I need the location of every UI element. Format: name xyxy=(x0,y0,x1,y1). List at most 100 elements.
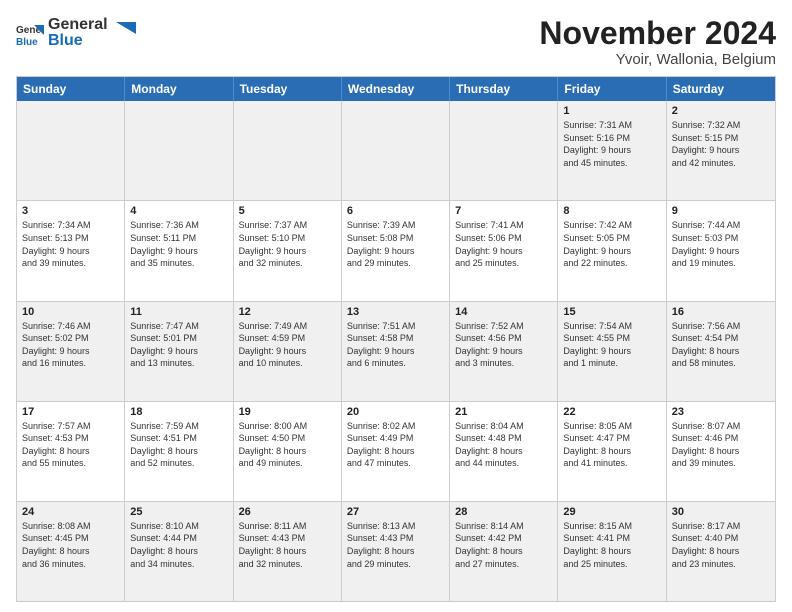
calendar-cell: 26Sunrise: 8:11 AMSunset: 4:43 PMDayligh… xyxy=(234,502,342,601)
day-number: 20 xyxy=(347,406,444,418)
day-info: Sunrise: 7:31 AMSunset: 5:16 PMDaylight:… xyxy=(563,119,660,169)
calendar-cell: 30Sunrise: 8:17 AMSunset: 4:40 PMDayligh… xyxy=(667,502,775,601)
calendar-cell: 6 Sunrise: 7:39 AMSunset: 5:08 PMDaylight… xyxy=(342,201,450,300)
calendar-header-cell: Thursday xyxy=(450,77,558,101)
day-number: 18 xyxy=(130,406,227,418)
calendar-row: 24 Sunrise: 8:08 AMSunset: 4:45 PMDayligh… xyxy=(17,502,775,601)
calendar-header-cell: Monday xyxy=(125,77,233,101)
calendar-cell: 7 Sunrise: 7:41 AMSunset: 5:06 PMDaylight… xyxy=(450,201,558,300)
calendar-cell: 14 Sunrise: 7:52 AMSunset: 4:56 PMDayligh… xyxy=(450,302,558,401)
day-number: 17 xyxy=(22,406,119,418)
calendar-header-cell: Friday xyxy=(558,77,666,101)
calendar-cell: 28 Sunrise: 8:14 AMSunset: 4:42 PMDayligh… xyxy=(450,502,558,601)
day-number: 27 xyxy=(347,506,444,518)
day-number: 11 xyxy=(130,306,227,318)
calendar-cell: 21Sunrise: 8:04 AMSunset: 4:48 PMDayligh… xyxy=(450,402,558,501)
day-number: 4 xyxy=(130,205,227,217)
day-info: Sunrise: 7:47 AMSunset: 5:01 PMDaylight:… xyxy=(130,320,227,370)
logo-arrow-icon xyxy=(114,18,136,40)
calendar-cell: 20Sunrise: 8:02 AMSunset: 4:49 PMDayligh… xyxy=(342,402,450,501)
calendar-cell: 29 Sunrise: 8:15 AMSunset: 4:41 PMDayligh… xyxy=(558,502,666,601)
calendar-cell: 1 Sunrise: 7:31 AMSunset: 5:16 PMDaylight… xyxy=(558,101,666,200)
day-info: Sunrise: 8:05 AMSunset: 4:47 PMDaylight:… xyxy=(563,420,660,470)
calendar-header-cell: Sunday xyxy=(17,77,125,101)
day-number: 23 xyxy=(672,406,770,418)
day-number: 3 xyxy=(22,205,119,217)
day-number: 8 xyxy=(563,205,660,217)
day-number: 2 xyxy=(672,105,770,117)
day-number: 28 xyxy=(455,506,552,518)
day-info: Sunrise: 7:54 AMSunset: 4:55 PMDaylight:… xyxy=(563,320,660,370)
day-info: Sunrise: 8:13 AMSunset: 4:43 PMDaylight:… xyxy=(347,520,444,570)
header: General Blue General Blue November 2024 … xyxy=(16,16,776,68)
day-info: Sunrise: 7:34 AMSunset: 5:13 PMDaylight:… xyxy=(22,219,119,269)
day-info: Sunrise: 7:59 AMSunset: 4:51 PMDaylight:… xyxy=(130,420,227,470)
day-info: Sunrise: 7:51 AMSunset: 4:58 PMDaylight:… xyxy=(347,320,444,370)
logo: General Blue General Blue xyxy=(16,16,136,49)
calendar-cell: 25 Sunrise: 8:10 AMSunset: 4:44 PMDayligh… xyxy=(125,502,233,601)
day-info: Sunrise: 8:10 AMSunset: 4:44 PMDaylight:… xyxy=(130,520,227,570)
calendar-row: 17Sunrise: 7:57 AMSunset: 4:53 PMDayligh… xyxy=(17,402,775,502)
calendar-body: 1 Sunrise: 7:31 AMSunset: 5:16 PMDaylight… xyxy=(17,101,775,601)
calendar-cell: 24 Sunrise: 8:08 AMSunset: 4:45 PMDayligh… xyxy=(17,502,125,601)
calendar-cell: 27 Sunrise: 8:13 AMSunset: 4:43 PMDayligh… xyxy=(342,502,450,601)
day-info: Sunrise: 7:56 AMSunset: 4:54 PMDaylight:… xyxy=(672,320,770,370)
calendar-cell: 19 Sunrise: 8:00 AMSunset: 4:50 PMDayligh… xyxy=(234,402,342,501)
calendar-cell: 13 Sunrise: 7:51 AMSunset: 4:58 PMDayligh… xyxy=(342,302,450,401)
day-number: 9 xyxy=(672,205,770,217)
day-info: Sunrise: 8:15 AMSunset: 4:41 PMDaylight:… xyxy=(563,520,660,570)
calendar-cell xyxy=(125,101,233,200)
day-info: Sunrise: 7:37 AMSunset: 5:10 PMDaylight:… xyxy=(239,219,336,269)
day-info: Sunrise: 7:32 AMSunset: 5:15 PMDaylight:… xyxy=(672,119,770,169)
day-info: Sunrise: 8:14 AMSunset: 4:42 PMDaylight:… xyxy=(455,520,552,570)
calendar-cell: 5 Sunrise: 7:37 AMSunset: 5:10 PMDaylight… xyxy=(234,201,342,300)
calendar-header-cell: Saturday xyxy=(667,77,775,101)
calendar-cell: 2 Sunrise: 7:32 AMSunset: 5:15 PMDaylight… xyxy=(667,101,775,200)
calendar-cell: 18 Sunrise: 7:59 AMSunset: 4:51 PMDayligh… xyxy=(125,402,233,501)
day-info: Sunrise: 8:07 AMSunset: 4:46 PMDaylight:… xyxy=(672,420,770,470)
day-number: 5 xyxy=(239,205,336,217)
logo-icon: General Blue xyxy=(16,19,44,47)
day-number: 6 xyxy=(347,205,444,217)
day-number: 15 xyxy=(563,306,660,318)
day-info: Sunrise: 8:08 AMSunset: 4:45 PMDaylight:… xyxy=(22,520,119,570)
day-number: 13 xyxy=(347,306,444,318)
calendar-cell: 8 Sunrise: 7:42 AMSunset: 5:05 PMDaylight… xyxy=(558,201,666,300)
calendar-cell: 4 Sunrise: 7:36 AMSunset: 5:11 PMDaylight… xyxy=(125,201,233,300)
calendar-row: 1 Sunrise: 7:31 AMSunset: 5:16 PMDaylight… xyxy=(17,101,775,201)
calendar-cell: 22Sunrise: 8:05 AMSunset: 4:47 PMDayligh… xyxy=(558,402,666,501)
day-number: 7 xyxy=(455,205,552,217)
day-info: Sunrise: 7:42 AMSunset: 5:05 PMDaylight:… xyxy=(563,219,660,269)
logo-general: General xyxy=(48,16,108,34)
svg-text:Blue: Blue xyxy=(16,37,38,47)
day-number: 24 xyxy=(22,506,119,518)
calendar-cell xyxy=(17,101,125,200)
day-info: Sunrise: 7:36 AMSunset: 5:11 PMDaylight:… xyxy=(130,219,227,269)
calendar: SundayMondayTuesdayWednesdayThursdayFrid… xyxy=(16,76,776,602)
logo-blue: Blue xyxy=(48,32,108,50)
day-info: Sunrise: 8:00 AMSunset: 4:50 PMDaylight:… xyxy=(239,420,336,470)
calendar-header: SundayMondayTuesdayWednesdayThursdayFrid… xyxy=(17,77,775,101)
day-number: 25 xyxy=(130,506,227,518)
day-number: 26 xyxy=(239,506,336,518)
calendar-row: 3 Sunrise: 7:34 AMSunset: 5:13 PMDaylight… xyxy=(17,201,775,301)
day-number: 12 xyxy=(239,306,336,318)
calendar-cell: 12 Sunrise: 7:49 AMSunset: 4:59 PMDayligh… xyxy=(234,302,342,401)
day-info: Sunrise: 7:46 AMSunset: 5:02 PMDaylight:… xyxy=(22,320,119,370)
calendar-cell xyxy=(234,101,342,200)
day-number: 1 xyxy=(563,105,660,117)
calendar-header-cell: Wednesday xyxy=(342,77,450,101)
day-info: Sunrise: 7:39 AMSunset: 5:08 PMDaylight:… xyxy=(347,219,444,269)
day-number: 30 xyxy=(672,506,770,518)
title-block: November 2024 Yvoir, Wallonia, Belgium xyxy=(539,16,776,68)
calendar-header-cell: Tuesday xyxy=(234,77,342,101)
day-number: 16 xyxy=(672,306,770,318)
day-number: 10 xyxy=(22,306,119,318)
day-info: Sunrise: 7:41 AMSunset: 5:06 PMDaylight:… xyxy=(455,219,552,269)
day-info: Sunrise: 7:49 AMSunset: 4:59 PMDaylight:… xyxy=(239,320,336,370)
day-info: Sunrise: 7:52 AMSunset: 4:56 PMDaylight:… xyxy=(455,320,552,370)
day-number: 19 xyxy=(239,406,336,418)
day-number: 29 xyxy=(563,506,660,518)
calendar-cell: 10 Sunrise: 7:46 AMSunset: 5:02 PMDayligh… xyxy=(17,302,125,401)
day-number: 14 xyxy=(455,306,552,318)
